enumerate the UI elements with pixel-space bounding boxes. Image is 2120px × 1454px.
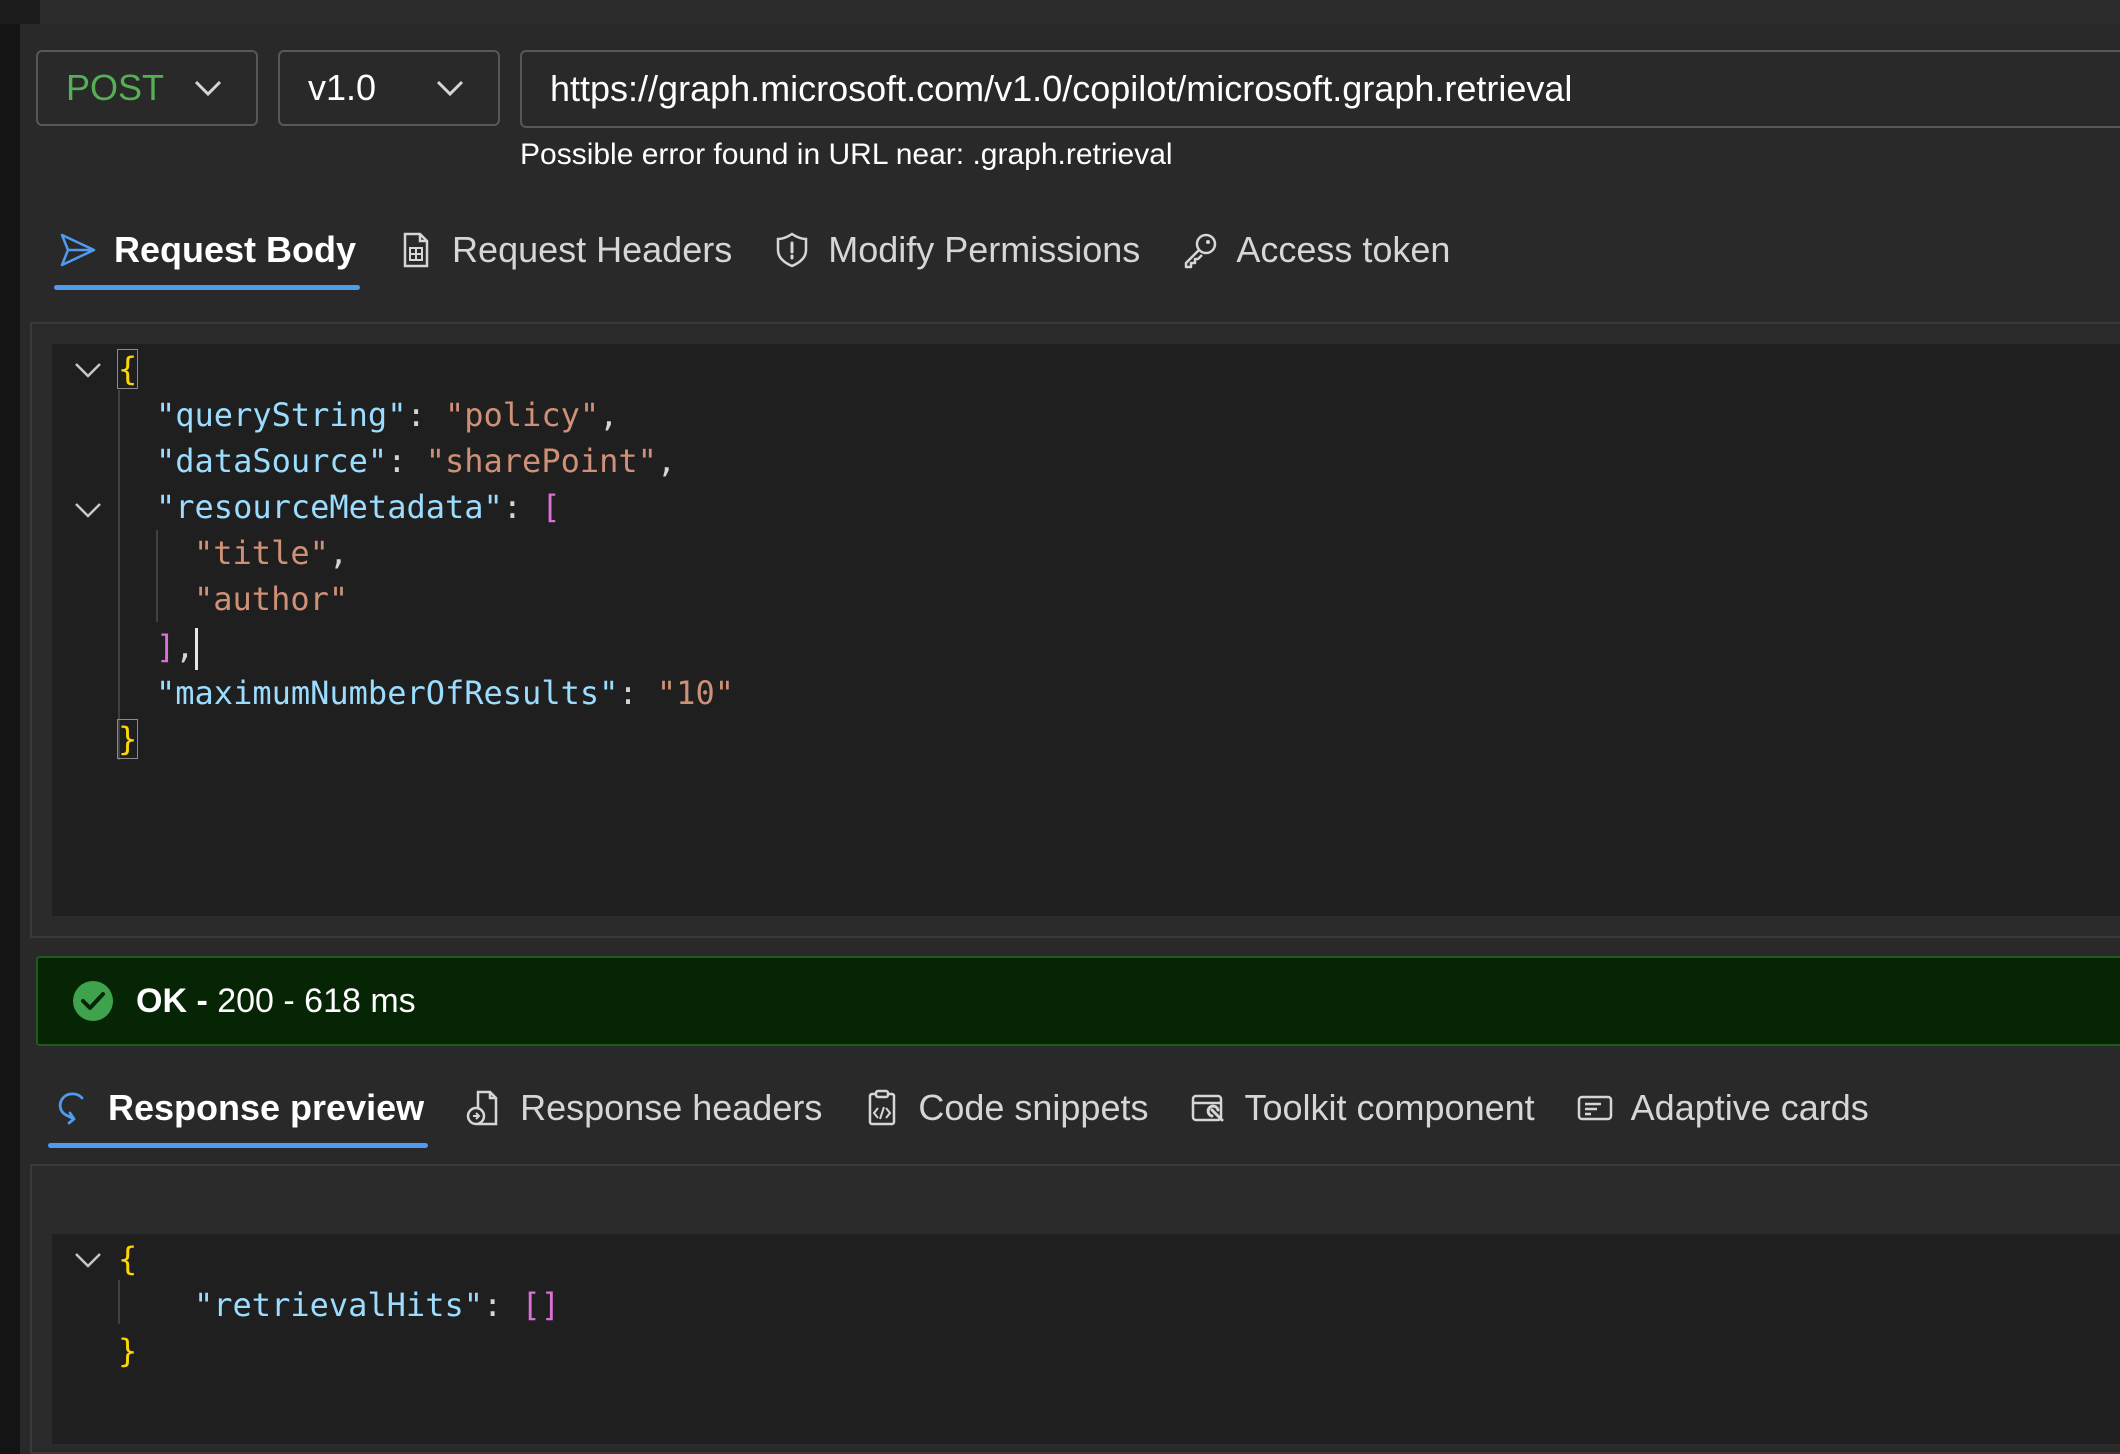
code-line: "title", bbox=[194, 534, 349, 572]
tab-request-headers[interactable]: Request Headers bbox=[396, 210, 732, 290]
window-top-strip bbox=[0, 0, 2120, 30]
request-tabs: Request Body Request Headers Modify Perm… bbox=[53, 210, 1490, 290]
code-line: ], bbox=[156, 624, 198, 670]
code-snippet-icon bbox=[869, 1089, 896, 1126]
tab-code-snippets[interactable]: Code snippets bbox=[862, 1068, 1148, 1148]
http-method-dropdown[interactable]: POST bbox=[36, 50, 258, 126]
code-line: "dataSource": "sharePoint", bbox=[156, 442, 677, 480]
status-ok-label: OK - bbox=[136, 981, 208, 1020]
tab-response-headers[interactable]: Response headers bbox=[464, 1068, 822, 1148]
code-line: { bbox=[118, 1240, 138, 1278]
json-string: "author" bbox=[194, 580, 349, 618]
code-line: } bbox=[118, 1332, 138, 1370]
json-string: "policy" bbox=[444, 396, 600, 434]
document-icon bbox=[403, 232, 429, 268]
fold-chevron-icon[interactable] bbox=[70, 352, 106, 388]
json-key: "maximumNumberOfResults" bbox=[156, 674, 619, 712]
json-key: "retrievalHits" bbox=[194, 1286, 483, 1324]
response-headers-icon bbox=[466, 1090, 498, 1126]
response-body-viewer: { "retrievalHits": [] } bbox=[52, 1234, 2120, 1444]
json-key: "queryString" bbox=[156, 396, 407, 434]
tab-toolkit-component[interactable]: Toolkit component bbox=[1188, 1068, 1535, 1148]
key-icon bbox=[1185, 233, 1217, 269]
chevron-down-icon bbox=[436, 80, 464, 97]
tab-modify-permissions[interactable]: Modify Permissions bbox=[772, 210, 1140, 290]
response-icon bbox=[58, 1092, 84, 1125]
code-line: "retrievalHits": [] bbox=[194, 1286, 561, 1324]
tab-request-body[interactable]: Request Body bbox=[53, 210, 361, 290]
status-detail: 200 - 618 ms bbox=[217, 981, 416, 1020]
shield-icon bbox=[776, 232, 808, 268]
indent-guide bbox=[156, 530, 158, 622]
send-icon bbox=[60, 233, 96, 267]
response-tabs: Response preview Response headers Code s… bbox=[47, 1068, 1909, 1148]
code-line: } bbox=[116, 716, 139, 762]
check-circle-icon bbox=[73, 981, 113, 1021]
json-string: "title" bbox=[194, 534, 329, 572]
tab-label: Toolkit component bbox=[1244, 1087, 1535, 1128]
tab-label: Adaptive cards bbox=[1630, 1087, 1869, 1128]
json-string: "10" bbox=[656, 674, 734, 712]
url-value: https://graph.microsoft.com/v1.0/copilot… bbox=[550, 68, 1573, 109]
request-body-editor[interactable]: { "queryString": "policy", "dataSource":… bbox=[52, 344, 2120, 916]
code-line: "author" bbox=[194, 576, 348, 622]
fold-chevron-icon[interactable] bbox=[70, 492, 106, 528]
url-error-message: Possible error found in URL near: .graph… bbox=[520, 138, 1173, 171]
toolkit-icon bbox=[1192, 1094, 1224, 1122]
chevron-down-icon bbox=[194, 80, 222, 97]
code-line: "resourceMetadata": [ bbox=[156, 488, 561, 526]
indent-guide bbox=[118, 1280, 120, 1324]
tab-label: Response preview bbox=[108, 1087, 425, 1128]
tab-label: Modify Permissions bbox=[828, 229, 1141, 270]
tab-label: Request Headers bbox=[452, 229, 733, 270]
api-version-value: v1.0 bbox=[308, 67, 377, 108]
json-key: "resourceMetadata" bbox=[156, 488, 503, 526]
tab-label: Response headers bbox=[520, 1087, 823, 1128]
code-line: "maximumNumberOfResults": "10" bbox=[156, 674, 734, 712]
tab-access-token[interactable]: Access token bbox=[1180, 210, 1450, 290]
url-input[interactable]: https://graph.microsoft.com/v1.0/copilot… bbox=[520, 50, 2120, 128]
fold-chevron-icon[interactable] bbox=[70, 1242, 106, 1278]
code-line: "queryString": "policy", bbox=[156, 396, 619, 434]
card-icon bbox=[1577, 1095, 1612, 1121]
tab-label: Code snippets bbox=[918, 1087, 1149, 1128]
tab-label: Access token bbox=[1236, 229, 1451, 270]
text-cursor bbox=[194, 628, 198, 670]
json-brace: { bbox=[116, 349, 139, 389]
code-line: { bbox=[116, 346, 139, 392]
indent-guide bbox=[118, 390, 120, 760]
json-brace: } bbox=[116, 719, 139, 759]
tab-label: Request Body bbox=[114, 229, 357, 270]
tab-response-preview[interactable]: Response preview bbox=[47, 1068, 429, 1148]
tab-adaptive-cards[interactable]: Adaptive cards bbox=[1575, 1068, 1869, 1148]
json-string: "sharePoint" bbox=[425, 442, 657, 480]
json-key: "dataSource" bbox=[156, 442, 388, 480]
http-method-value: POST bbox=[66, 67, 165, 108]
api-version-dropdown[interactable]: v1.0 bbox=[278, 50, 500, 126]
response-status-bar: OK - 200 - 618 ms bbox=[36, 956, 2120, 1046]
